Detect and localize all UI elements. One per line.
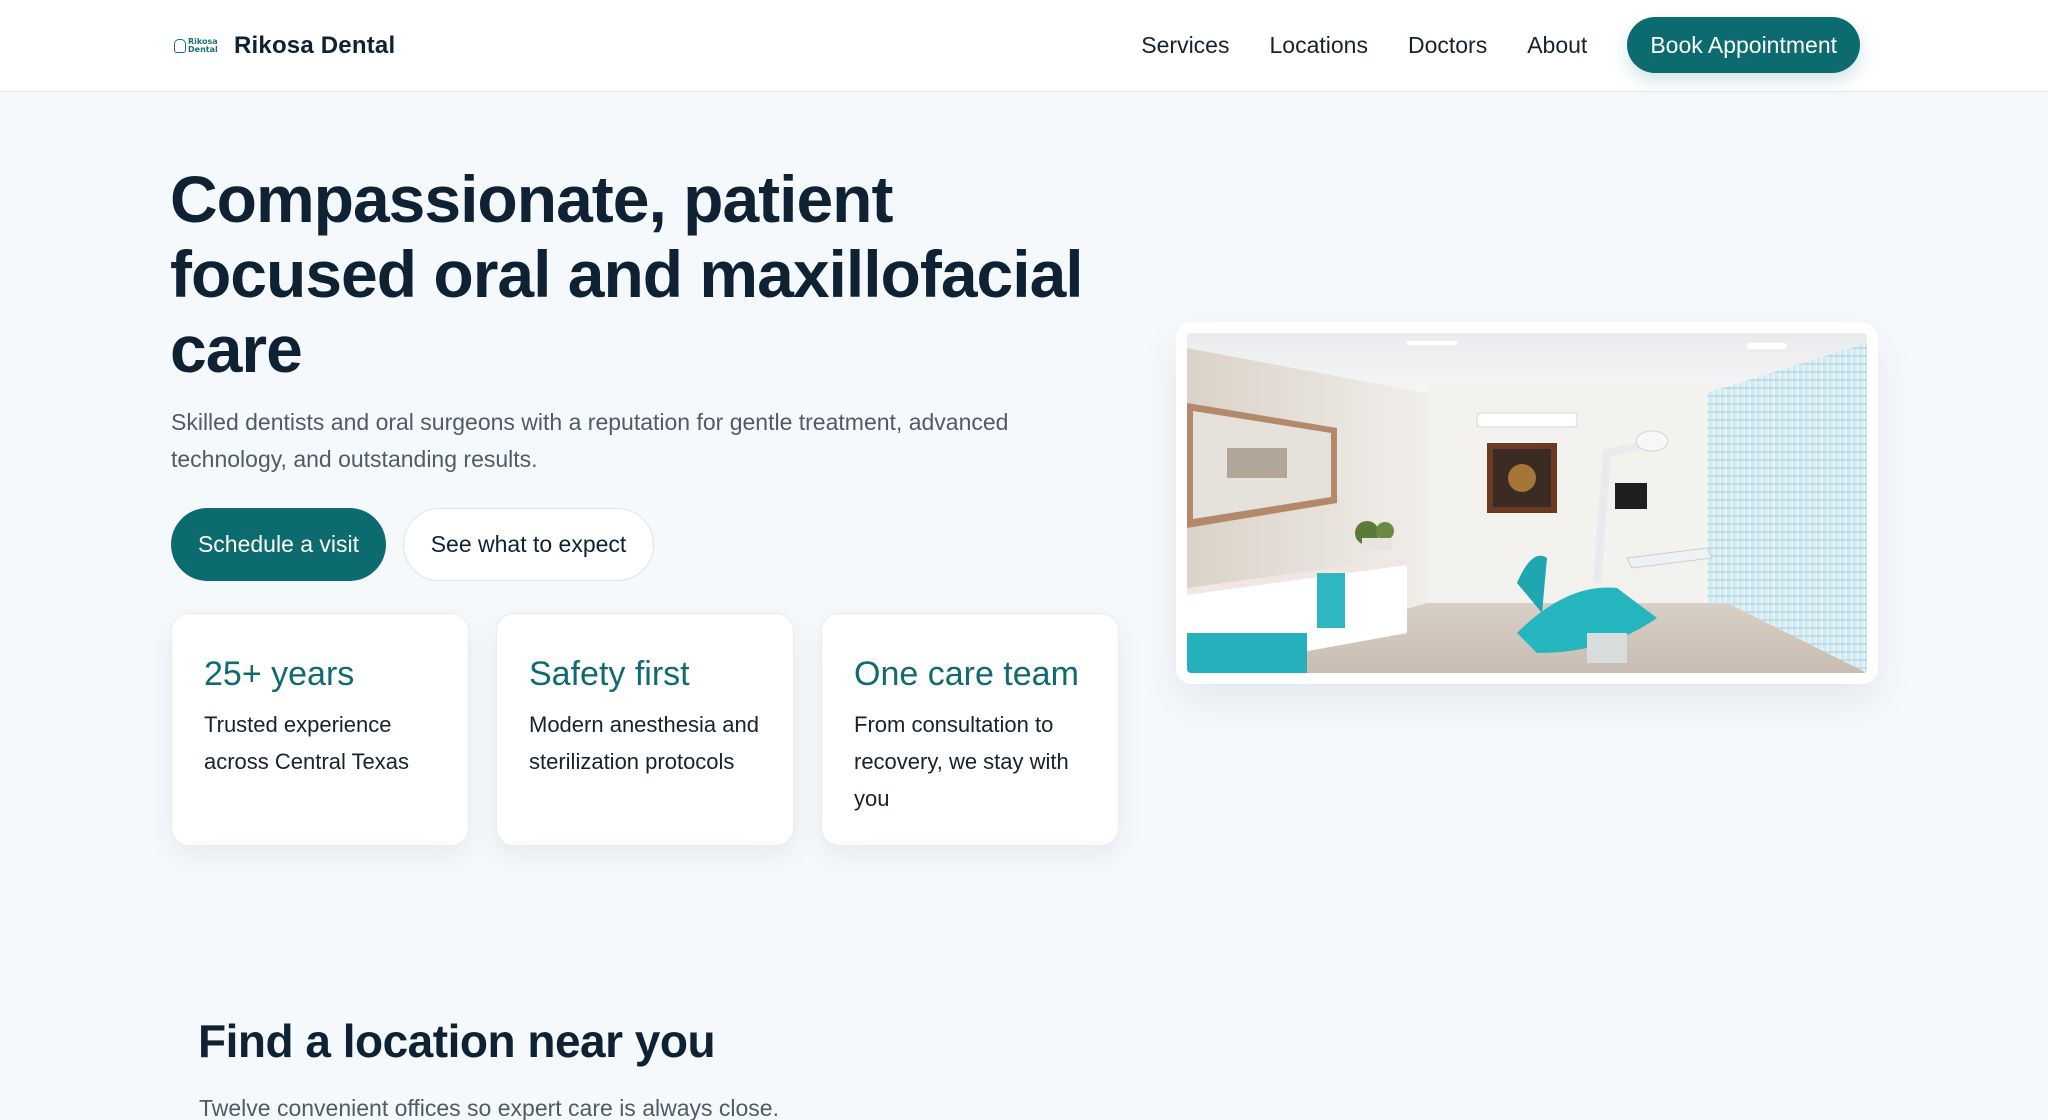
hero-title: Compassionate, patient focused oral and …	[170, 162, 1084, 386]
site-header: Rikosa Dental Rikosa Dental Services Loca…	[0, 0, 2048, 92]
highlight-card-safety: Safety first Modern anesthesia and steri…	[496, 613, 794, 846]
locations-title: Find a location near you	[198, 1015, 716, 1067]
hero-image-frame	[1176, 322, 1878, 684]
hero-subtitle: Skilled dentists and oral surgeons with …	[171, 409, 1009, 472]
highlight-cards: 25+ years Trusted experience across Cent…	[171, 613, 1119, 857]
highlight-card-experience: 25+ years Trusted experience across Cent…	[171, 613, 469, 846]
brand[interactable]: Rikosa Dental Rikosa Dental	[174, 30, 395, 62]
highlight-card-care-team: One care team From consultation to recov…	[821, 613, 1119, 846]
book-appointment-button[interactable]: Book Appointment	[1627, 17, 1860, 73]
card-text: Trusted experience across Central Texas	[204, 712, 410, 774]
card-title: One care team	[854, 655, 1079, 693]
card-text: Modern anesthesia and sterilization prot…	[529, 712, 759, 774]
see-what-to-expect-button[interactable]: See what to expect	[403, 508, 654, 581]
schedule-visit-button[interactable]: Schedule a visit	[171, 508, 386, 581]
tooth-logo-icon: Rikosa Dental	[174, 32, 218, 60]
brand-logo-text: Rikosa Dental	[188, 37, 218, 54]
card-title: Safety first	[529, 655, 690, 693]
locations-subtitle: Twelve convenient offices so expert care…	[199, 1095, 779, 1120]
dental-office-image	[1187, 333, 1867, 673]
nav-link-services[interactable]: Services	[1141, 17, 1229, 73]
main-nav: Services Locations Doctors About Book Ap…	[1141, 17, 1860, 73]
card-title: 25+ years	[204, 655, 355, 693]
nav-link-locations[interactable]: Locations	[1269, 17, 1367, 73]
card-text: From consultation to recovery, we stay w…	[854, 712, 1069, 811]
brand-name: Rikosa Dental	[234, 32, 396, 59]
nav-link-doctors[interactable]: Doctors	[1408, 17, 1487, 73]
nav-link-about[interactable]: About	[1527, 17, 1587, 73]
